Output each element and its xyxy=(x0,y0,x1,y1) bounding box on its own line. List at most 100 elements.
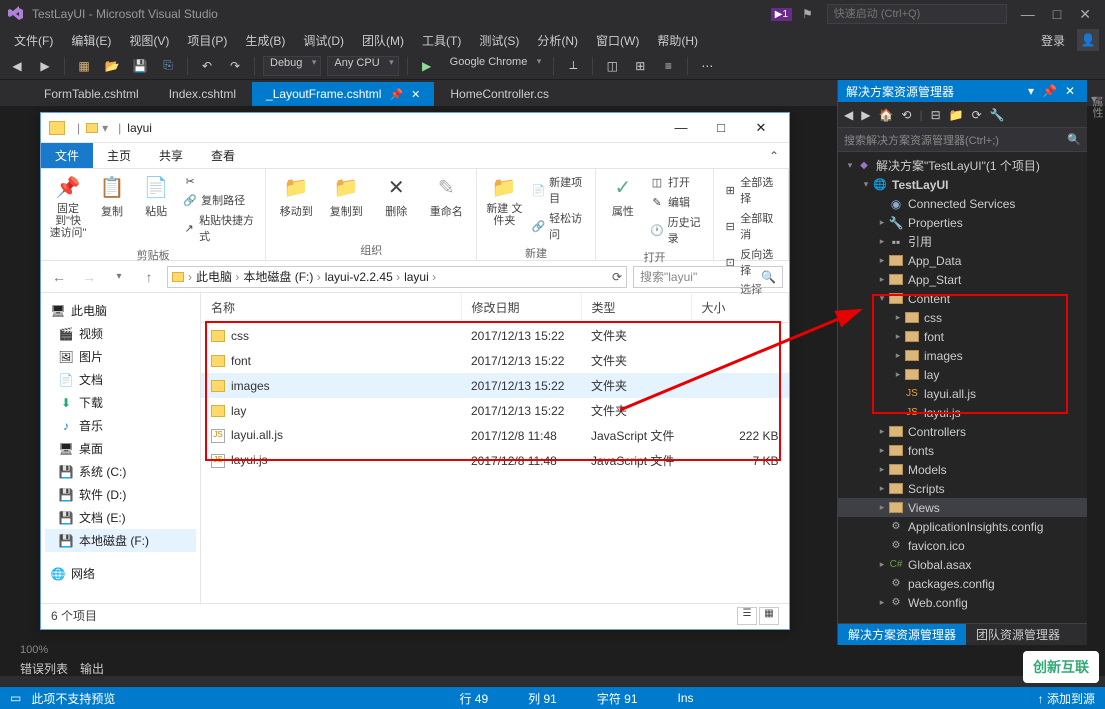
tree-item[interactable]: ▸fonts xyxy=(838,441,1087,460)
tree-item[interactable]: ▸images xyxy=(838,346,1087,365)
explorer-search-input[interactable]: 搜索"layui" 🔍 xyxy=(633,266,783,288)
tree-item[interactable]: JSlayui.js xyxy=(838,403,1087,422)
file-row[interactable]: css2017/12/13 15:22文件夹 xyxy=(201,323,789,349)
tree-item[interactable]: ▸Views xyxy=(838,498,1087,517)
sln-properties-button[interactable]: 🔧 xyxy=(990,108,1005,122)
toolbar-icon-2[interactable]: ◫ xyxy=(601,55,623,77)
menu-tools[interactable]: 工具(T) xyxy=(414,30,469,51)
easy-access-button[interactable]: 🔗轻松访问 xyxy=(529,209,586,243)
tree-arrow[interactable]: ▾ xyxy=(860,179,872,190)
new-project-button[interactable]: ▦ xyxy=(73,55,95,77)
nav-back-button[interactable]: ← xyxy=(47,269,71,285)
browser-dropdown[interactable]: Google Chrome xyxy=(444,56,546,76)
tree-item[interactable]: ▸font xyxy=(838,327,1087,346)
sln-home-button[interactable]: 🏠 xyxy=(878,108,893,122)
explorer-minimize-button[interactable]: — xyxy=(661,120,701,135)
breadcrumb-item[interactable]: layui xyxy=(404,270,436,284)
breadcrumb-item[interactable]: 本地磁盘 (F:) xyxy=(243,268,320,285)
nav-drive-c[interactable]: 💾系统 (C:) xyxy=(45,460,196,483)
config-dropdown[interactable]: Debug xyxy=(263,56,321,76)
file-row[interactable]: JSlayui.js2017/12/8 11:48JavaScript 文件7 … xyxy=(201,448,789,473)
redo-button[interactable]: ↷ xyxy=(224,55,246,77)
tab-formtable[interactable]: FormTable.cshtml xyxy=(30,82,153,106)
menu-project[interactable]: 项目(P) xyxy=(179,30,235,51)
close-tab-icon[interactable]: ✕ xyxy=(411,88,420,101)
sln-collapse-button[interactable]: ⊟ xyxy=(931,108,941,122)
nav-downloads[interactable]: ⬇下载 xyxy=(45,391,196,414)
menu-test[interactable]: 测试(S) xyxy=(471,30,527,51)
tab-layoutframe[interactable]: _LayoutFrame.cshtml📌✕ xyxy=(252,82,434,106)
explorer-maximize-button[interactable]: □ xyxy=(701,120,741,135)
tab-index[interactable]: Index.cshtml xyxy=(155,82,250,106)
sign-in-button[interactable]: 登录 xyxy=(1041,32,1065,49)
sln-forward-button[interactable]: ▶ xyxy=(861,108,870,122)
sln-showall-button[interactable]: 📁 xyxy=(949,108,964,122)
file-row[interactable]: font2017/12/13 15:22文件夹 xyxy=(201,348,789,373)
tree-item[interactable]: ▸App_Start xyxy=(838,270,1087,289)
new-item-button[interactable]: 📄新建项目 xyxy=(529,173,586,207)
nav-recent-button[interactable]: ▾ xyxy=(107,271,131,282)
address-input[interactable]: › 此电脑 本地磁盘 (F:) layui-v2.2.45 layui ⟳ xyxy=(167,266,627,288)
tree-item[interactable]: ▸App_Data xyxy=(838,251,1087,270)
panel-title-bar[interactable]: 解决方案资源管理器 ▾ 📌 ✕ xyxy=(838,80,1087,102)
tree-item[interactable]: ▸Controllers xyxy=(838,422,1087,441)
publish-button[interactable]: ↑ 添加到源 xyxy=(1038,690,1095,707)
nav-network[interactable]: 🌐网络 xyxy=(45,562,196,585)
new-folder-button[interactable]: 📁新建 文件夹 xyxy=(485,173,523,227)
tree-arrow[interactable]: ▸ xyxy=(876,464,888,475)
menu-build[interactable]: 生成(B) xyxy=(237,30,293,51)
tree-item[interactable]: ▾◆解决方案"TestLayUI"(1 个项目) xyxy=(838,156,1087,175)
copy-to-button[interactable]: 📁复制到 xyxy=(324,173,368,219)
tree-item[interactable]: ▾🌐TestLayUI xyxy=(838,175,1087,194)
sln-sync-button[interactable]: ⟲ xyxy=(901,108,911,122)
tree-arrow[interactable]: ▸ xyxy=(876,445,888,456)
window-minimize-button[interactable]: — xyxy=(1021,6,1035,23)
menu-team[interactable]: 团队(M) xyxy=(354,30,412,51)
tree-arrow[interactable]: ▸ xyxy=(892,331,904,342)
tree-item[interactable]: ▸C#Global.asax xyxy=(838,555,1087,574)
tree-item[interactable]: ⚙packages.config xyxy=(838,574,1087,593)
tree-arrow[interactable]: ▸ xyxy=(876,255,888,266)
tree-arrow[interactable]: ▸ xyxy=(876,426,888,437)
paste-shortcut-button[interactable]: ↗粘贴快捷方式 xyxy=(181,211,257,245)
ribbon-tab-home[interactable]: 主页 xyxy=(93,143,145,168)
breadcrumb-item[interactable]: layui-v2.2.45 xyxy=(325,270,400,284)
sln-refresh-button[interactable]: ⟳ xyxy=(972,108,982,122)
toolbar-icon-1[interactable]: ⟂ xyxy=(562,55,584,77)
save-button[interactable]: 💾 xyxy=(129,55,151,77)
tree-item[interactable]: ▸▪▪引用 xyxy=(838,232,1087,251)
delete-button[interactable]: ✕删除 xyxy=(374,173,418,219)
ribbon-tab-view[interactable]: 查看 xyxy=(197,143,249,168)
tab-homecontroller[interactable]: HomeController.cs xyxy=(436,82,563,106)
tree-item[interactable]: ▸Models xyxy=(838,460,1087,479)
panel-close-button[interactable]: ✕ xyxy=(1061,84,1079,98)
tree-arrow[interactable]: ▸ xyxy=(876,502,888,513)
start-debug-button[interactable]: ▶ xyxy=(416,55,438,77)
tree-arrow[interactable]: ▸ xyxy=(876,217,888,228)
menu-edit[interactable]: 编辑(E) xyxy=(63,30,119,51)
nav-drive-e[interactable]: 💾文档 (E:) xyxy=(45,506,196,529)
tree-item[interactable]: ⚙favicon.ico xyxy=(838,536,1087,555)
sln-back-button[interactable]: ◀ xyxy=(844,108,853,122)
col-size[interactable]: 大小 xyxy=(691,293,789,323)
zoom-level[interactable]: 100% xyxy=(20,644,48,656)
menu-analyze[interactable]: 分析(N) xyxy=(529,30,586,51)
tree-arrow[interactable]: ▸ xyxy=(892,312,904,323)
select-none-button[interactable]: ⊟全部取消 xyxy=(722,209,780,243)
nav-documents[interactable]: 📄文档 xyxy=(45,368,196,391)
edit-button[interactable]: ✎编辑 xyxy=(648,193,705,211)
tree-item[interactable]: JSlayui.all.js xyxy=(838,384,1087,403)
tree-arrow[interactable]: ▸ xyxy=(876,483,888,494)
open-button[interactable]: ◫打开 xyxy=(648,173,705,191)
tree-item[interactable]: ▸⚙Web.config xyxy=(838,593,1087,612)
footer-tab-team[interactable]: 团队资源管理器 xyxy=(966,624,1070,645)
properties-sidebar-tab[interactable]: 属性 xyxy=(1087,90,1105,118)
nav-forward-button[interactable]: → xyxy=(77,269,101,285)
menu-view[interactable]: 视图(V) xyxy=(121,30,177,51)
save-all-button[interactable]: ⎘ xyxy=(157,55,179,77)
nav-desktop[interactable]: 🖥桌面 xyxy=(45,437,196,460)
menu-debug[interactable]: 调试(D) xyxy=(295,30,352,51)
file-row[interactable]: JSlayui.all.js2017/12/8 11:48JavaScript … xyxy=(201,423,789,448)
rename-button[interactable]: ✎重命名 xyxy=(424,173,468,219)
nav-drive-f[interactable]: 💾本地磁盘 (F:) xyxy=(45,529,196,552)
